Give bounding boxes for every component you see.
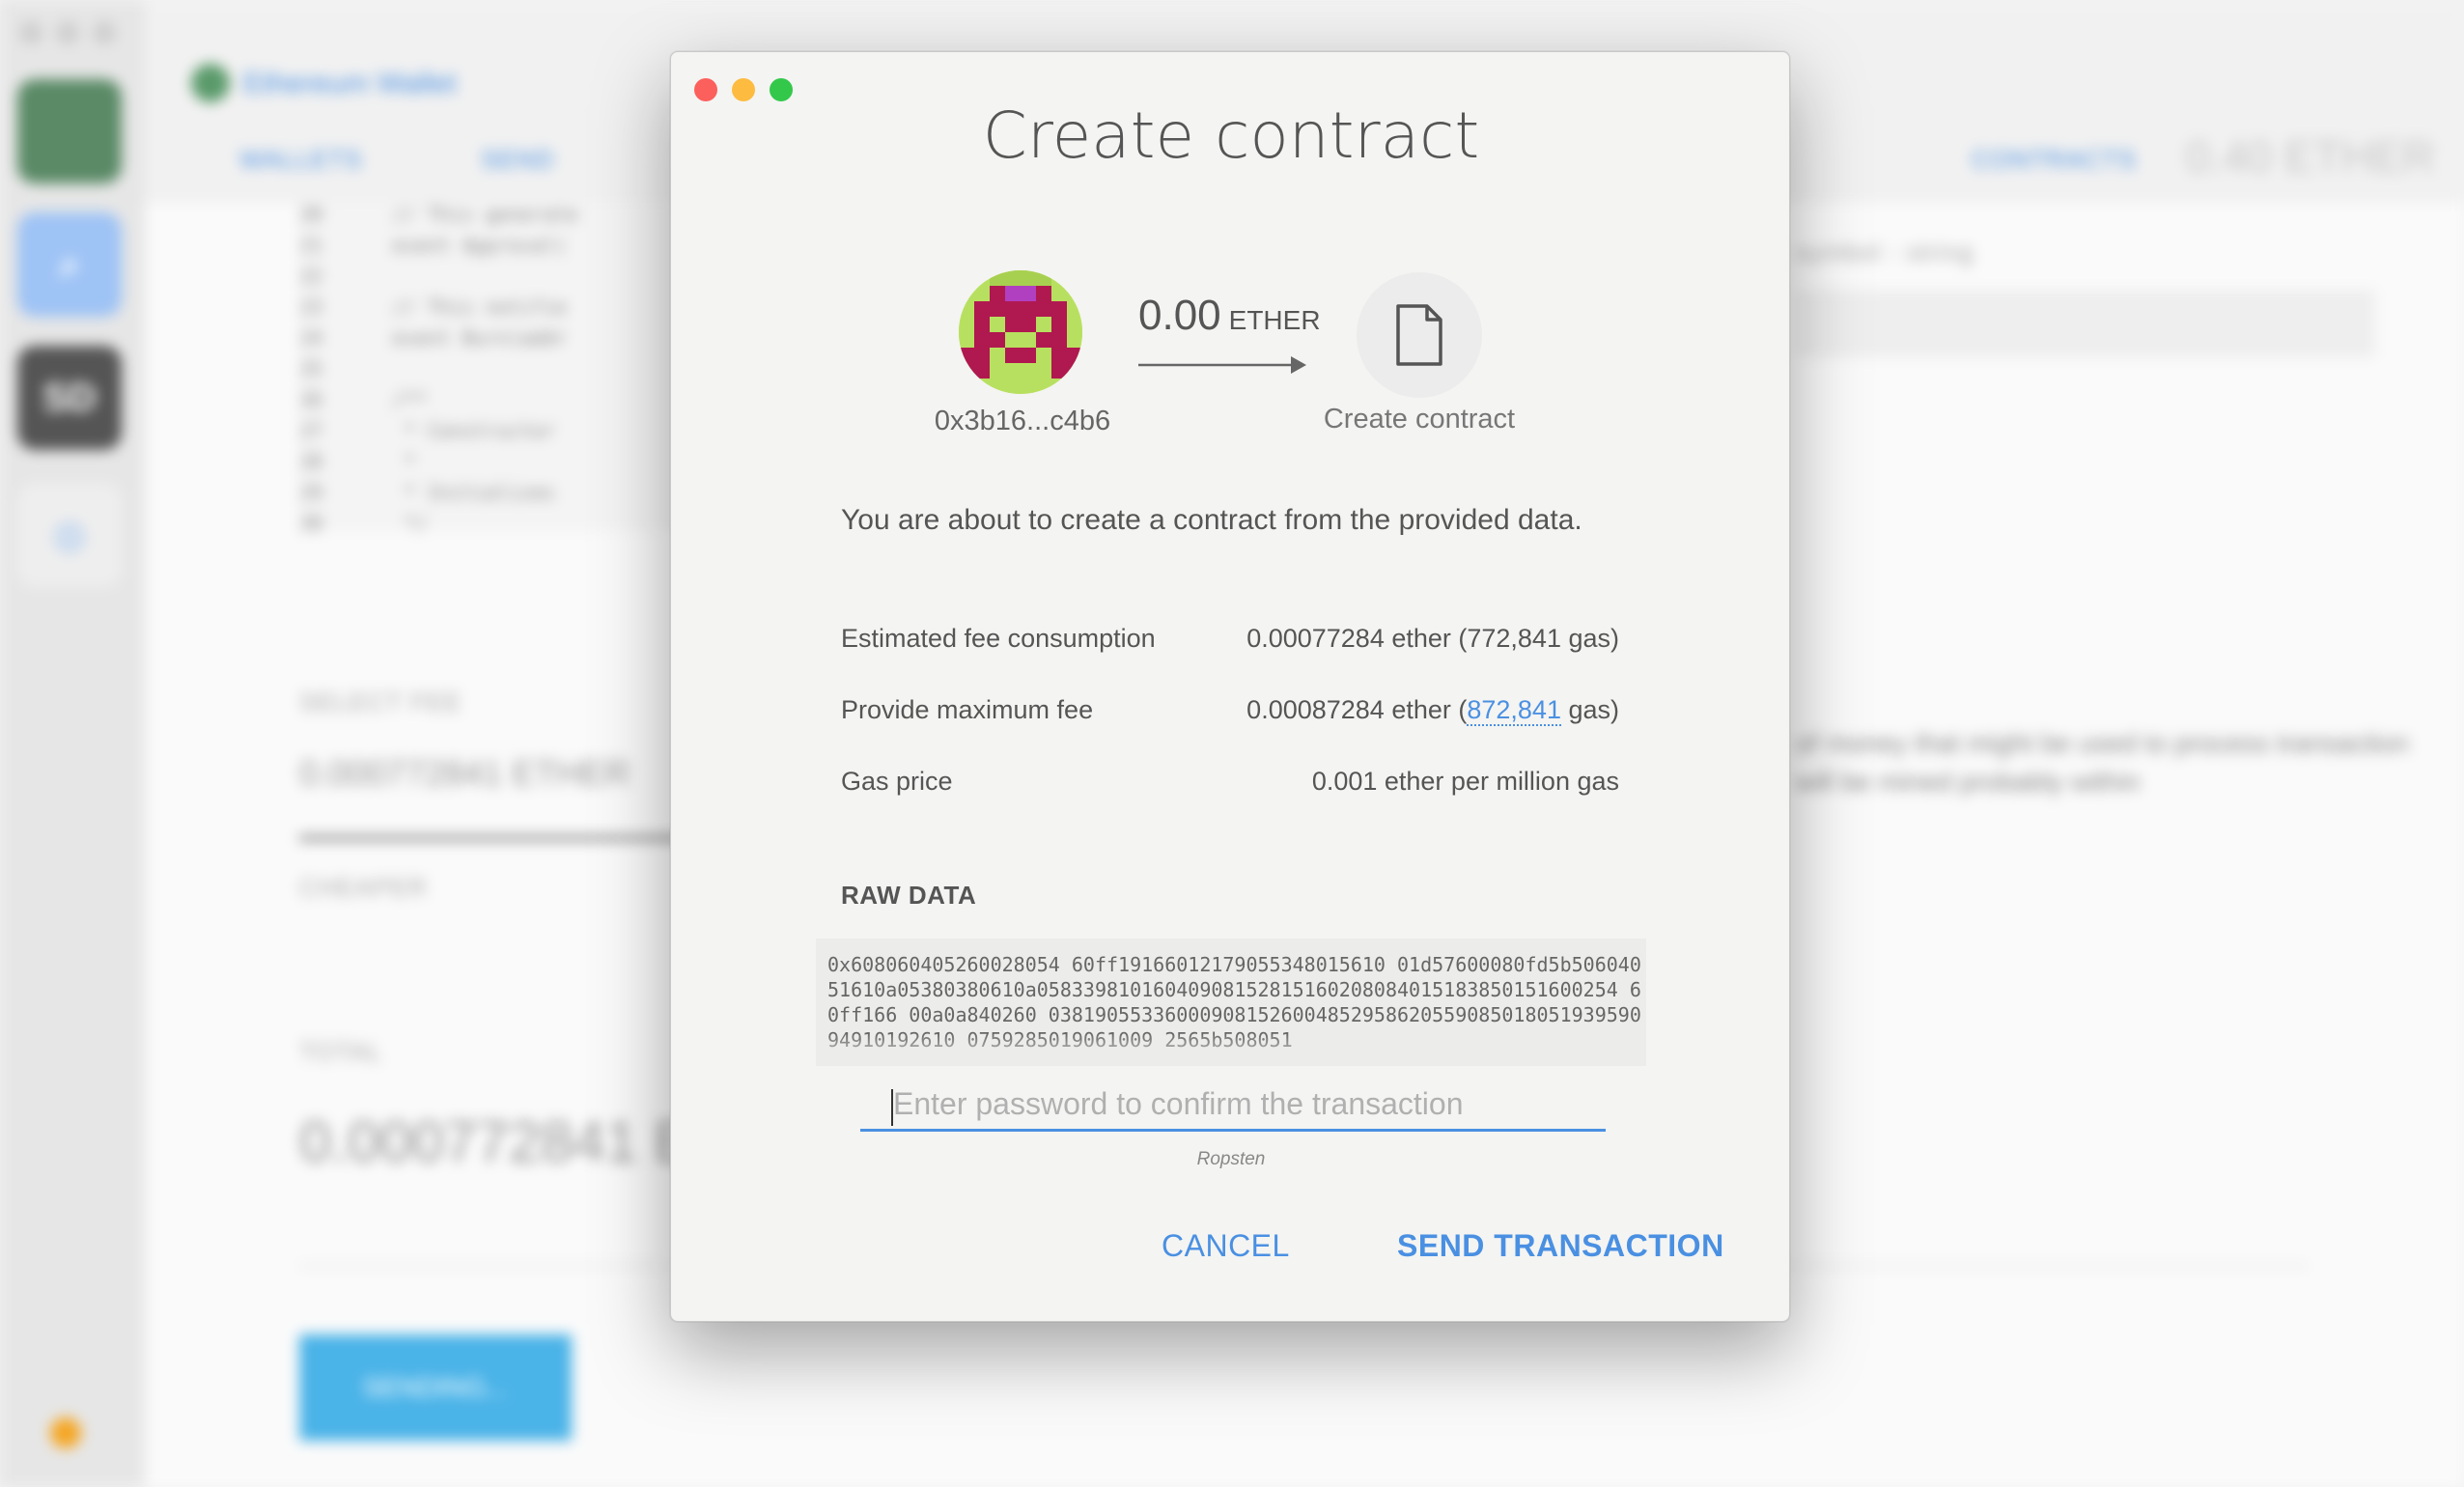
select-fee-label: SELECT FEE bbox=[299, 687, 462, 716]
sidebar-search-icon[interactable]: ⌕ bbox=[17, 212, 122, 317]
cancel-button[interactable]: CANCEL bbox=[1162, 1228, 1290, 1264]
text-caret bbox=[891, 1089, 893, 1126]
estimated-fee-label: Estimated fee consumption bbox=[841, 624, 1156, 653]
arrow-right-icon bbox=[1138, 356, 1306, 374]
sidebar-app-wallet[interactable] bbox=[17, 79, 122, 183]
total-value: 0.000772841 E bbox=[299, 1109, 693, 1174]
raw-data-title: RAW DATA bbox=[841, 881, 977, 910]
cheaper-label: CHEAPER bbox=[299, 873, 428, 902]
app-sidebar: ⌕ SD ◍ bbox=[0, 0, 145, 1487]
network-label: Ropsten bbox=[1196, 1149, 1266, 1169]
intro-text: You are about to create a contract from … bbox=[841, 504, 1582, 536]
fee-explanation-text: of money that might be used to process t… bbox=[1796, 728, 2410, 797]
status-dot-icon bbox=[50, 1417, 81, 1448]
sidebar-globe-icon[interactable]: ◍ bbox=[17, 483, 122, 587]
gas-price-value: 0.001 ether per million gas bbox=[1311, 767, 1619, 796]
app-title: Ethereum Wallet bbox=[243, 68, 457, 99]
gas-price-label: Gas price bbox=[841, 767, 953, 796]
symbol-field-label: symbol - string bbox=[1796, 238, 1974, 267]
amount-unit: ETHER bbox=[1228, 305, 1321, 335]
create-contract-dialog: Create contract 0x3b16...c4b6 0.00 ETHER … bbox=[670, 51, 1790, 1322]
amount-value: 0.00 bbox=[1138, 292, 1221, 339]
max-fee-label: Provide maximum fee bbox=[841, 695, 1094, 724]
sending-button[interactable]: SENDING... bbox=[299, 1334, 572, 1441]
symbol-input[interactable] bbox=[1796, 290, 2375, 357]
total-label: TOTAL bbox=[299, 1037, 383, 1066]
balance-display: 0.40 ETHER bbox=[2185, 131, 2435, 182]
to-contract-circle bbox=[1357, 272, 1482, 398]
tab-contracts[interactable]: CONTRACTS bbox=[1972, 145, 2137, 175]
amount-display: 0.00 ETHER bbox=[1138, 292, 1321, 340]
from-account-identicon bbox=[959, 270, 1082, 394]
raw-data-box[interactable]: 0x608060405260028054 60ff191660121790553… bbox=[816, 939, 1646, 1066]
password-input[interactable] bbox=[860, 1080, 1606, 1132]
dialog-title: Create contract bbox=[982, 98, 1480, 173]
bg-window-close bbox=[19, 21, 42, 44]
max-fee-value: 0.00087284 ether (872,841 gas) bbox=[1246, 695, 1619, 726]
document-icon bbox=[1396, 304, 1442, 366]
bg-window-maximize bbox=[93, 21, 116, 44]
bg-window-minimize bbox=[56, 21, 79, 44]
sidebar-app-sd[interactable]: SD bbox=[17, 346, 122, 450]
max-fee-prefix: 0.00087284 ether ( bbox=[1246, 695, 1468, 724]
max-fee-suffix: gas) bbox=[1560, 695, 1619, 724]
estimated-fee-value: 0.00077284 ether (772,841 gas) bbox=[1246, 624, 1619, 653]
app-logo-icon bbox=[191, 64, 230, 102]
from-address: 0x3b16...c4b6 bbox=[934, 406, 1111, 436]
max-gas-editable[interactable]: 872,841 bbox=[1467, 695, 1561, 726]
fee-value: 0.000772841 ETHER bbox=[299, 753, 630, 793]
to-label: Create contract bbox=[1323, 404, 1516, 435]
send-transaction-button[interactable]: SEND TRANSACTION bbox=[1397, 1228, 1724, 1264]
tab-wallets[interactable]: WALLETS bbox=[239, 145, 362, 175]
tab-send[interactable]: SEND bbox=[481, 145, 554, 175]
